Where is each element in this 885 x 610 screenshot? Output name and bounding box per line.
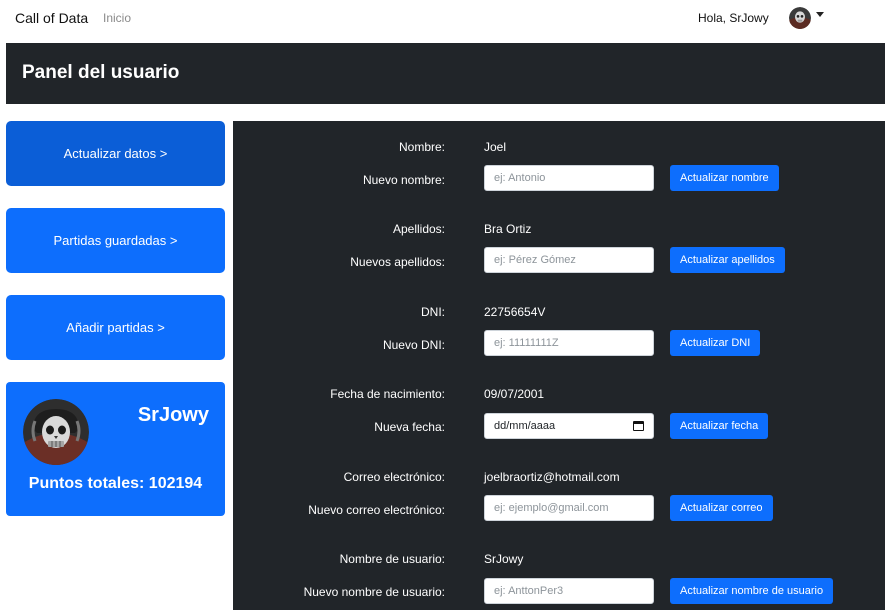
nav-link-inicio[interactable]: Inicio: [103, 11, 131, 25]
label-dni: DNI:: [421, 305, 445, 319]
label-nuevo-nombre: Nuevo nombre:: [362, 173, 445, 187]
update-dni-button[interactable]: Actualizar DNI: [670, 330, 761, 356]
value-dni: 22756654V: [484, 305, 546, 319]
value-correo: joelbraortiz@hotmail.com: [484, 470, 620, 484]
update-nombre-usuario-button[interactable]: Actualizar nombre de usuario: [670, 578, 834, 604]
user-data-panel: Nombre: Joel Nuevo nombre: Actualizar no…: [233, 121, 885, 610]
value-nombre-usuario: SrJowy: [484, 552, 524, 566]
value-nombre: Joel: [484, 140, 507, 154]
profile-card: SrJowy Puntos totales: 102194: [6, 382, 225, 516]
label-nuevos-apellidos: Nuevos apellidos:: [350, 255, 445, 269]
label-correo: Correo electrónico:: [343, 470, 445, 484]
label-nuevo-correo: Nuevo correo electrónico:: [308, 503, 445, 517]
nuevos-apellidos-input[interactable]: [484, 247, 654, 273]
top-navbar: Call of Data Inicio Hola, SrJowy: [0, 0, 885, 38]
nuevo-nombre-usuario-input[interactable]: [484, 578, 654, 604]
page-title: Panel del usuario: [22, 62, 180, 83]
brand-link[interactable]: Call of Data: [15, 10, 88, 26]
user-greeting: Hola, SrJowy: [698, 11, 769, 25]
value-fecha-nacimiento: 09/07/2001: [484, 387, 545, 401]
nuevo-nombre-input[interactable]: [484, 165, 654, 191]
update-apellidos-button[interactable]: Actualizar apellidos: [670, 247, 785, 273]
user-avatar[interactable]: [789, 7, 811, 29]
nuevo-correo-input[interactable]: [484, 495, 654, 521]
label-nuevo-nombre-usuario: Nuevo nombre de usuario:: [303, 585, 445, 599]
dropdown-caret-icon[interactable]: [816, 12, 824, 17]
profile-avatar: [23, 399, 89, 465]
nueva-fecha-input[interactable]: dd/mm/aaaa: [484, 413, 654, 439]
menu-saved-games-button[interactable]: Partidas guardadas >: [6, 208, 225, 273]
profile-username: SrJowy: [137, 404, 209, 426]
menu-add-games-button[interactable]: Añadir partidas >: [6, 295, 225, 360]
page-header: Panel del usuario: [6, 43, 885, 104]
update-correo-button[interactable]: Actualizar correo: [670, 495, 773, 521]
value-apellidos: Bra Ortiz: [484, 222, 532, 236]
label-nueva-fecha: Nueva fecha:: [374, 420, 445, 434]
update-fecha-button[interactable]: Actualizar fecha: [670, 413, 769, 439]
date-placeholder: dd/mm/aaaa: [494, 420, 556, 432]
label-nombre: Nombre:: [398, 140, 445, 154]
skull-avatar-icon: [789, 7, 811, 29]
menu-update-data-button[interactable]: Actualizar datos >: [6, 121, 225, 186]
calendar-icon[interactable]: [633, 421, 644, 431]
label-nombre-usuario: Nombre de usuario:: [339, 552, 445, 566]
skull-avatar-icon: [23, 399, 89, 465]
label-fecha-nacimiento: Fecha de nacimiento:: [330, 387, 445, 401]
label-apellidos: Apellidos:: [392, 222, 445, 236]
label-nuevo-dni: Nuevo DNI:: [382, 338, 445, 352]
update-nombre-button[interactable]: Actualizar nombre: [670, 165, 779, 191]
profile-total-points: Puntos totales: 102194: [28, 475, 203, 492]
nuevo-dni-input[interactable]: [484, 330, 654, 356]
